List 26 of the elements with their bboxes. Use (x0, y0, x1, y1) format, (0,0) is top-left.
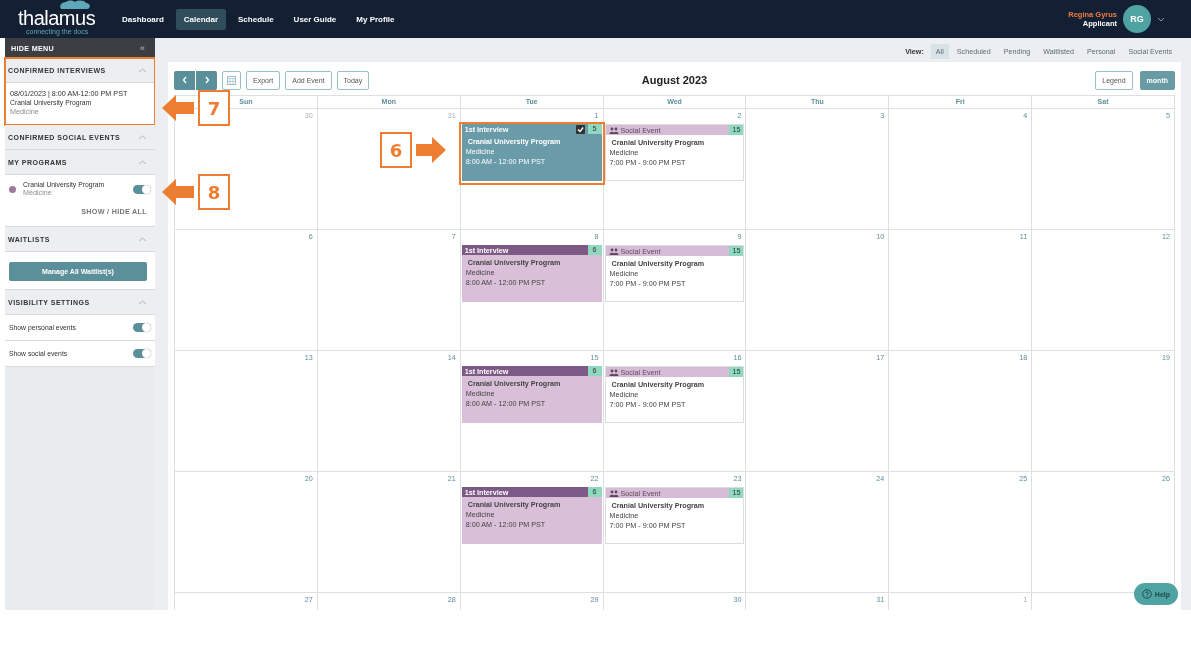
nav-tab[interactable]: Calendar (175, 8, 227, 30)
setting-toggle[interactable] (133, 323, 151, 332)
callout-number: 7 (198, 90, 230, 126)
setting-toggle[interactable] (133, 349, 151, 358)
chevron-down-icon[interactable] (1157, 16, 1165, 22)
nav-tab[interactable]: Schedule (230, 8, 282, 30)
nav-tab[interactable]: User Guide (285, 8, 345, 30)
nav-tab[interactable]: My Profile (348, 8, 403, 30)
question-icon (1141, 589, 1152, 599)
chevron-left-icon (181, 76, 188, 84)
calendar-title: August 2023 (641, 74, 708, 86)
collapse-icon[interactable]: « (140, 43, 145, 53)
callout-number: 8 (198, 174, 230, 210)
callout-number: 6 (380, 132, 412, 168)
next-button[interactable] (196, 70, 217, 90)
calendar-icon (227, 75, 236, 85)
people-icon (608, 126, 619, 134)
program-toggle[interactable] (133, 184, 151, 194)
previous-button[interactable] (174, 70, 195, 90)
people-icon (608, 247, 619, 255)
chevron-right-icon (203, 76, 210, 84)
people-icon (608, 368, 619, 376)
nav-tab[interactable]: Dashboard (114, 8, 172, 30)
people-icon (608, 489, 619, 497)
calendar-icon-button[interactable] (222, 70, 241, 90)
logo-wordmark[interactable]: thalamus (18, 8, 102, 28)
